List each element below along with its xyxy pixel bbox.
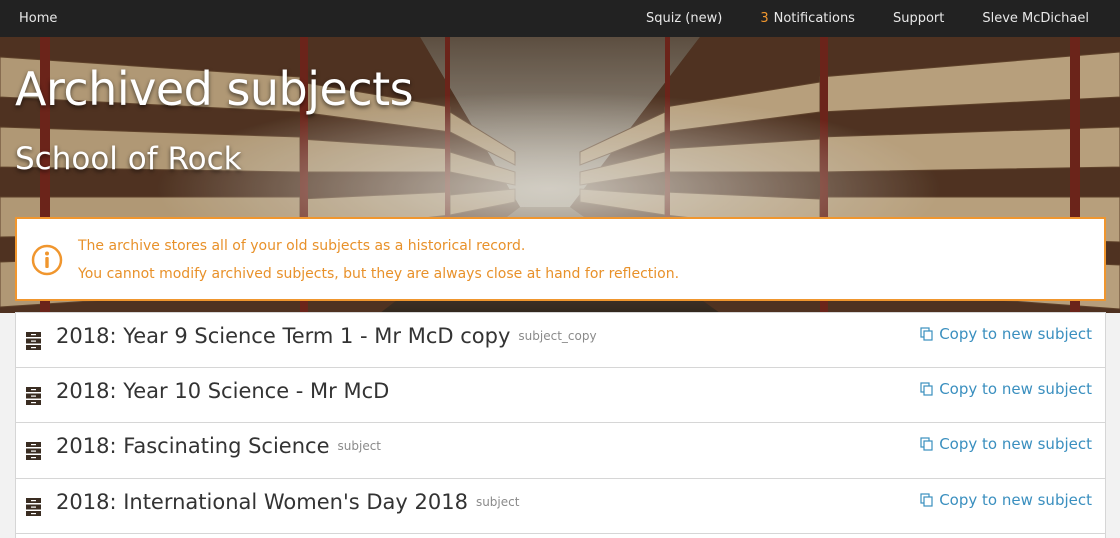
copy-icon [920,492,933,507]
nav-user-menu[interactable]: Sleve McDichael [982,11,1089,26]
nav-notifications-link[interactable]: 3 Notifications [760,11,855,26]
copy-to-new-subject-button[interactable]: Copy to new subject [920,325,1092,343]
nav-support-link[interactable]: Support [893,11,944,26]
copy-label: Copy to new subject [939,379,1092,398]
subject-tag: subject_copy [518,329,597,343]
list-item: 2018: Year 10 Science - Mr McD Copy to n… [15,367,1106,423]
top-navbar: Home Squiz (new) 3 Notifications Support … [0,0,1120,37]
archive-box-icon [26,442,41,460]
archive-info-notice: The archive stores all of your old subje… [15,217,1106,301]
copy-label: Copy to new subject [939,490,1092,509]
archived-subject-list: 2018: Year 9 Science Term 1 - Mr McD cop… [15,312,1106,538]
list-item: 2018: Fascinating Science subject Copy to… [15,423,1106,479]
copy-label: Copy to new subject [939,325,1092,343]
list-item: 2018: Year 9 Science Term 1 - Mr McD cop… [15,312,1106,368]
copy-icon [920,381,933,396]
subject-tag: subject [475,494,520,509]
subject-title: 2018: Year 9 Science Term 1 - Mr McD cop… [56,324,511,348]
archive-box-icon [26,332,41,350]
info-line-2: You cannot modify archived subjects, but… [78,266,680,282]
copy-to-new-subject-button[interactable]: Copy to new subject [920,380,1092,398]
copy-icon [920,327,933,341]
copy-icon [920,437,933,451]
archive-box-icon [26,497,41,516]
notifications-count: 3 [760,11,769,26]
subject-title: 2018: Year 10 Science - Mr McD [56,378,390,403]
subject-name: 2018: Year 10 Science - Mr McD [56,379,397,403]
info-line-1: The archive stores all of your old subje… [78,238,526,254]
subject-title: 2018: Fascinating Science [56,434,330,458]
copy-to-new-subject-button[interactable]: Copy to new subject [920,491,1092,509]
subject-title: 2018: International Women's Day 2018 [56,489,468,514]
copy-label: Copy to new subject [939,435,1092,453]
copy-to-new-subject-button[interactable]: Copy to new subject [920,435,1092,453]
nav-quiz-link[interactable]: Squiz (new) [646,11,722,26]
list-item: 2018: International Women's Day 2018 subj… [15,478,1106,534]
school-name: School of Rock [15,141,242,177]
list-item-partial [15,534,1106,538]
subject-name: 2018: Fascinating Science subject [56,434,381,458]
subject-name: 2018: International Women's Day 2018 subj… [56,490,519,514]
notifications-label: Notifications [773,11,855,26]
nav-home-link[interactable]: Home [19,11,57,26]
subject-tag: subject [337,439,382,453]
nav-right-group: Squiz (new) 3 Notifications Support Sleve… [608,11,1089,26]
subject-name: 2018: Year 9 Science Term 1 - Mr McD cop… [56,324,597,348]
page-title: Archived subjects [15,62,414,116]
info-circle-icon [31,244,63,276]
archive-box-icon [26,386,41,405]
